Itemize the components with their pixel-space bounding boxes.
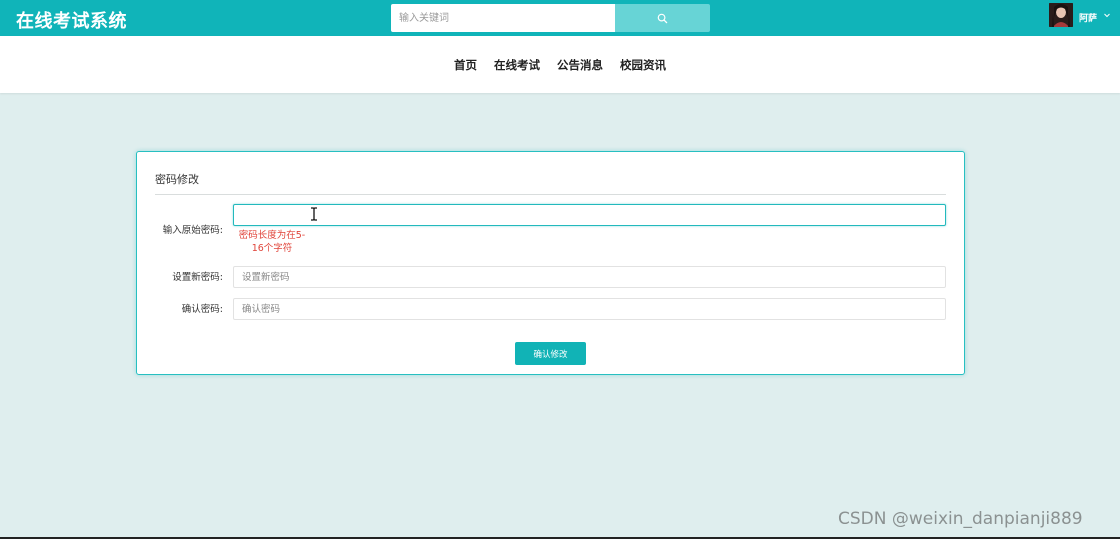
confirm-password-label: 确认密码: [181,304,223,315]
new-password-input[interactable] [233,266,946,288]
main-nav: 首页 在线考试 公告消息 校园资讯 [0,36,1120,93]
old-password-label: 输入原始密码: [162,225,223,236]
top-bar: 在线考试系统 阿萨 [0,0,1120,36]
chevron-down-icon[interactable] [1103,11,1111,19]
nav-item-home[interactable]: 首页 [454,57,477,73]
app-title: 在线考试系统 [16,11,127,32]
nav-item-announcements[interactable]: 公告消息 [557,57,603,73]
new-password-label: 设置新密码: [172,272,223,283]
search-icon [657,13,668,23]
nav-items: 首页 在线考试 公告消息 校园资讯 [0,36,1120,93]
confirm-change-button[interactable]: 确认修改 [515,342,586,365]
nav-item-online-exam[interactable]: 在线考试 [494,57,540,73]
user-name[interactable]: 阿萨 [1079,11,1097,24]
password-change-card: 密码修改 输入原始密码: 密码长度为在5-16个字符 设置新密码: 确认密码: … [136,151,965,375]
avatar[interactable] [1049,3,1073,27]
nav-item-campus-news[interactable]: 校园资讯 [620,57,666,73]
search-button[interactable] [615,4,710,32]
search-input[interactable] [391,4,615,32]
watermark: CSDN @weixin_danpianji889 [838,509,1083,529]
card-title: 密码修改 [155,173,199,186]
password-error-message: 密码长度为在5-16个字符 [238,230,306,254]
card-divider [155,194,946,195]
text-cursor-icon [311,207,317,221]
confirm-password-input[interactable] [233,298,946,320]
old-password-input[interactable] [233,204,946,226]
search-bar [391,4,710,32]
